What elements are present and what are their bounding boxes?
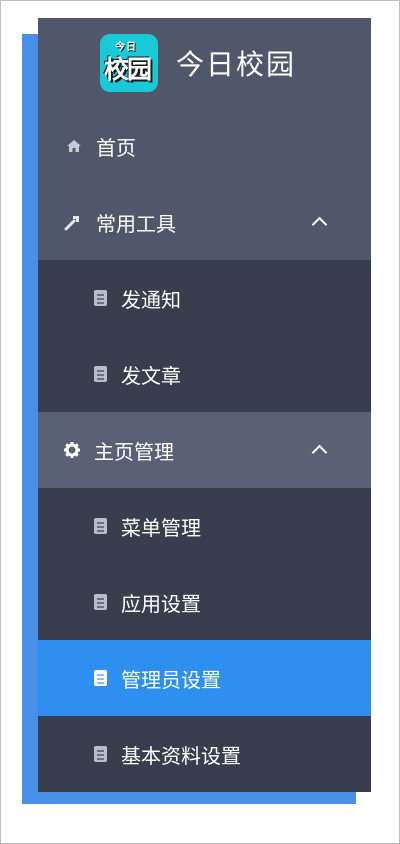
sidebar-item-label: 管理员设置 xyxy=(121,667,221,692)
document-icon xyxy=(94,594,107,610)
sidebar-item-label: 应用设置 xyxy=(121,591,201,616)
sidebar-group-homepage-management[interactable]: 主页管理 xyxy=(38,412,371,488)
document-icon xyxy=(94,670,107,686)
wrench-icon xyxy=(64,213,82,231)
sidebar-item-menu-management[interactable]: 菜单管理 xyxy=(38,488,371,564)
sidebar-item-post-article[interactable]: 发文章 xyxy=(38,336,371,412)
sidebar-item-admin-settings[interactable]: 管理员设置 xyxy=(38,640,371,716)
sidebar-group-label: 常用工具 xyxy=(96,211,176,236)
chevron-up-icon[interactable] xyxy=(311,216,328,233)
document-icon xyxy=(94,290,107,306)
home-icon xyxy=(66,139,82,153)
logo-row: 今日 校园 今日校园 xyxy=(38,18,371,108)
gear-icon xyxy=(64,442,80,458)
sidebar-item-label: 发文章 xyxy=(121,363,181,388)
sidebar-item-label: 发通知 xyxy=(121,287,181,312)
logo-badge-main: 校园 xyxy=(104,55,152,84)
sidebar: 今日 校园 今日校园 首页 常用工具 发通知 发文章 主页管理 菜单管理 应用设… xyxy=(38,18,371,792)
sidebar-group-label: 主页管理 xyxy=(94,439,174,464)
sidebar-item-label: 基本资料设置 xyxy=(121,743,241,768)
sidebar-item-label: 菜单管理 xyxy=(121,515,201,540)
sidebar-group-tools[interactable]: 常用工具 xyxy=(38,184,371,260)
sidebar-item-home[interactable]: 首页 xyxy=(38,108,371,184)
document-icon xyxy=(94,746,107,762)
app-logo: 今日 校园 xyxy=(100,34,158,92)
sidebar-item-app-settings[interactable]: 应用设置 xyxy=(38,564,371,640)
document-icon xyxy=(94,518,107,534)
chevron-up-icon[interactable] xyxy=(311,444,328,461)
sidebar-item-send-notice[interactable]: 发通知 xyxy=(38,260,371,336)
sidebar-item-label: 首页 xyxy=(96,135,136,160)
sidebar-item-profile-settings[interactable]: 基本资料设置 xyxy=(38,716,371,792)
document-icon xyxy=(94,366,107,382)
app-title: 今日校园 xyxy=(176,48,297,81)
